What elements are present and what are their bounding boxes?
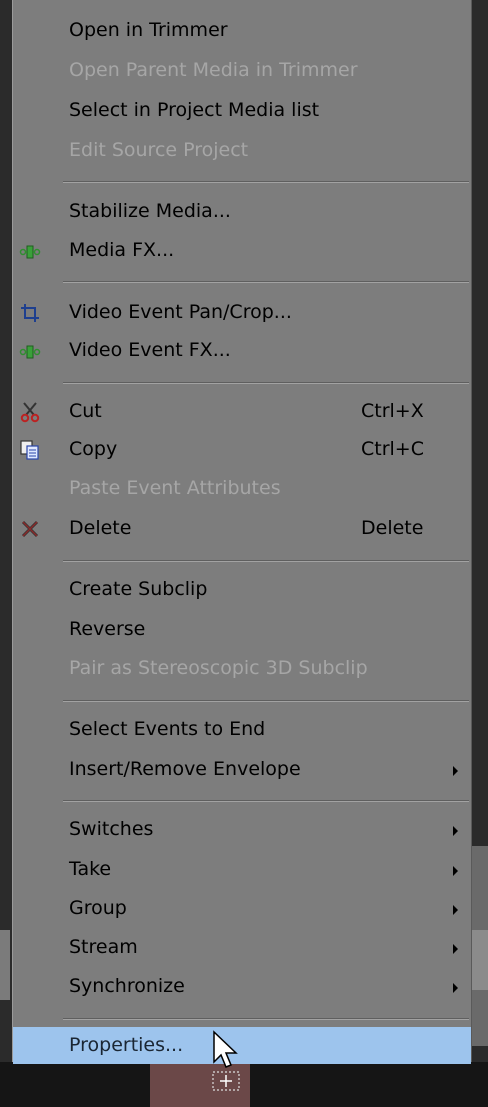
menu-separator: [63, 181, 469, 183]
menu-item-label: Create Subclip: [69, 578, 208, 600]
menu-item-delete[interactable]: Delete Delete: [13, 510, 471, 547]
menu-item-label: Cut: [69, 400, 102, 422]
menu-item-shortcut: Ctrl+X: [361, 400, 424, 422]
crop-icon: [21, 304, 39, 322]
copy-icon: [20, 440, 39, 460]
menu-item-label: Stream: [69, 936, 138, 958]
menu-item-video-event-fx[interactable]: Video Event FX...: [13, 332, 471, 369]
background-left-edge: [0, 0, 10, 1062]
menu-item-label: Pair as Stereoscopic 3D Subclip: [69, 657, 368, 679]
menu-separator: [63, 382, 469, 384]
menu-item-label: Open Parent Media in Trimmer: [69, 59, 358, 81]
menu-item-label: Paste Event Attributes: [69, 477, 281, 499]
menu-item-copy[interactable]: Copy Ctrl+C: [13, 431, 471, 468]
menu-item-label: Stabilize Media...: [69, 200, 231, 222]
menu-item-media-fx[interactable]: Media FX...: [13, 232, 471, 269]
menu-separator: [63, 700, 469, 702]
menu-separator: [63, 1018, 469, 1020]
menu-item-paste-event-attributes: Paste Event Attributes: [13, 470, 471, 507]
submenu-arrow-icon: [453, 983, 458, 993]
menu-item-label: Media FX...: [69, 239, 175, 261]
menu-item-edit-source-project: Edit Source Project: [13, 132, 471, 169]
menu-item-create-subclip[interactable]: Create Subclip: [13, 571, 471, 608]
menu-separator: [63, 800, 469, 802]
menu-item-cut[interactable]: Cut Ctrl+X: [13, 393, 471, 430]
menu-item-switches[interactable]: Switches: [13, 811, 471, 848]
menu-item-label: Select in Project Media list: [69, 99, 320, 121]
background-right-edge: [472, 0, 488, 1107]
fx-plugin-icon: [19, 345, 41, 359]
menu-item-label: Edit Source Project: [69, 139, 249, 161]
menu-item-label: Insert/Remove Envelope: [69, 758, 301, 780]
menu-item-label: Properties...: [69, 1034, 184, 1056]
menu-item-label: Video Event FX...: [69, 339, 231, 361]
menu-item-synchronize[interactable]: Synchronize: [13, 968, 471, 1005]
menu-item-take[interactable]: Take: [13, 851, 471, 888]
menu-item-label: Select Events to End: [69, 718, 266, 740]
menu-item-video-event-pan-crop[interactable]: Video Event Pan/Crop...: [13, 294, 471, 331]
menu-item-label: Take: [69, 858, 112, 880]
submenu-arrow-icon: [453, 944, 458, 954]
submenu-arrow-icon: [453, 826, 458, 836]
menu-item-group[interactable]: Group: [13, 890, 471, 927]
menu-item-label: Open in Trimmer: [69, 19, 228, 41]
menu-separator: [63, 560, 469, 562]
submenu-arrow-icon: [453, 866, 458, 876]
menu-item-label: Switches: [69, 818, 154, 840]
mouse-pointer-icon: [212, 1030, 240, 1091]
menu-item-label: Reverse: [69, 618, 146, 640]
menu-item-stabilize-media[interactable]: Stabilize Media...: [13, 193, 471, 230]
submenu-arrow-icon: [453, 766, 458, 776]
menu-item-pair-as-stereoscopic-3d-subclip: Pair as Stereoscopic 3D Subclip: [13, 650, 471, 687]
menu-item-select-events-to-end[interactable]: Select Events to End: [13, 711, 471, 748]
menu-item-select-in-project-media-list[interactable]: Select in Project Media list: [13, 92, 471, 129]
menu-item-label: Copy: [69, 438, 118, 460]
menu-item-reverse[interactable]: Reverse: [13, 611, 471, 648]
menu-item-label: Synchronize: [69, 975, 185, 997]
menu-item-open-in-trimmer[interactable]: Open in Trimmer: [13, 12, 471, 49]
menu-item-shortcut: Delete: [361, 517, 424, 539]
menu-item-label: Video Event Pan/Crop...: [69, 301, 292, 323]
submenu-arrow-icon: [453, 905, 458, 915]
fx-plugin-icon: [19, 245, 41, 259]
menu-item-insert-remove-envelope[interactable]: Insert/Remove Envelope: [13, 751, 471, 788]
menu-separator: [63, 281, 469, 283]
menu-item-label: Group: [69, 897, 127, 919]
menu-item-shortcut: Ctrl+C: [361, 438, 424, 460]
menu-item-stream[interactable]: Stream: [13, 929, 471, 966]
delete-x-icon: [21, 520, 39, 538]
context-menu: Open in Trimmer Open Parent Media in Tri…: [12, 0, 472, 1064]
menu-item-label: Delete: [69, 517, 132, 539]
scissors-icon: [20, 402, 40, 423]
menu-item-open-parent-media-in-trimmer: Open Parent Media in Trimmer: [13, 52, 471, 89]
